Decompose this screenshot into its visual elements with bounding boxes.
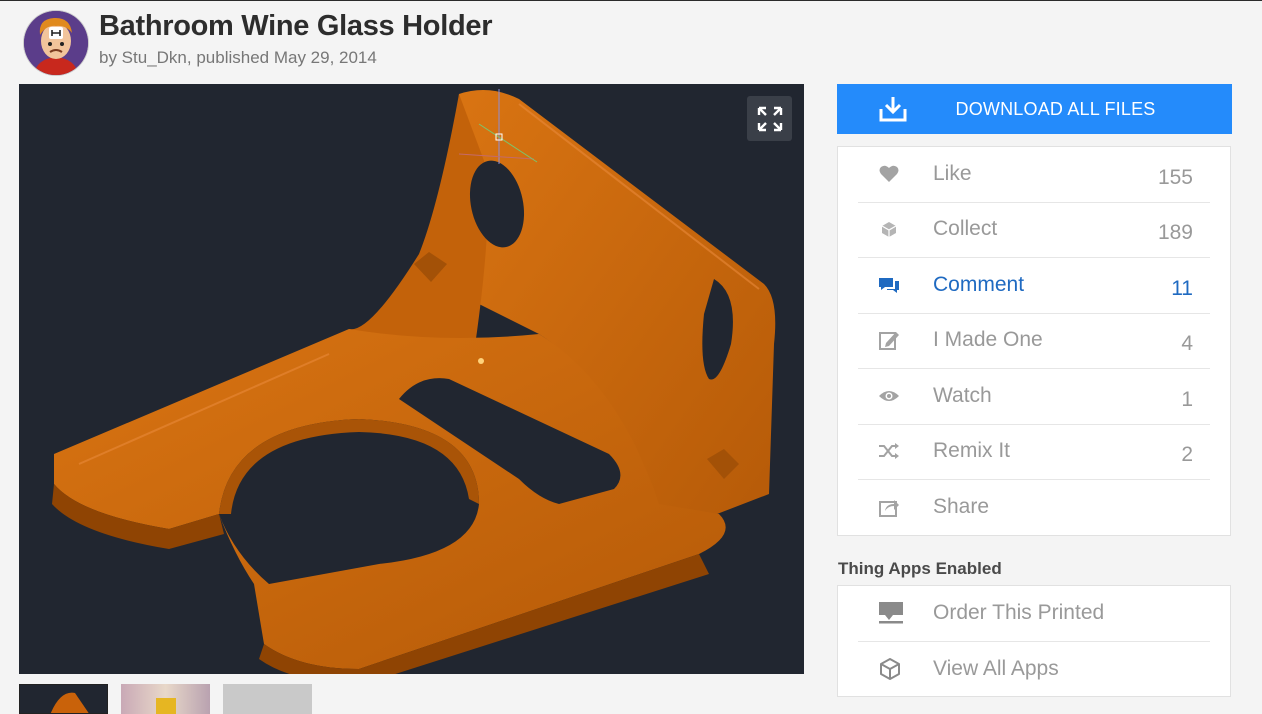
download-label: DOWNLOAD ALL FILES <box>955 99 1156 119</box>
action-count: 11 <box>1171 277 1193 300</box>
app-order-this-printed[interactable]: Order This Printed <box>858 586 1210 642</box>
action-label: Watch <box>933 384 992 407</box>
download-all-files-button[interactable]: DOWNLOAD ALL FILES <box>837 84 1232 134</box>
action-count: 4 <box>1181 332 1193 355</box>
action-share[interactable]: Share <box>858 480 1210 535</box>
model-viewer[interactable] <box>19 84 804 674</box>
eye-icon <box>879 391 899 401</box>
action-label: Like <box>933 162 972 185</box>
thumbnail-3[interactable] <box>223 684 312 714</box>
thumbnail-2[interactable] <box>121 684 210 714</box>
action-remix-it[interactable]: Remix It 2 <box>858 424 1210 480</box>
action-i-made-one[interactable]: I Made One 4 <box>858 313 1210 369</box>
expand-icon <box>757 106 782 131</box>
action-label: I Made One <box>933 328 1043 351</box>
byline[interactable]: by Stu_Dkn, published May 29, 2014 <box>99 48 377 68</box>
action-count: 189 <box>1157 221 1193 244</box>
thing-apps-panel: Order This Printed View All Apps <box>837 585 1231 697</box>
action-label: Remix It <box>933 439 1011 462</box>
app-view-all-apps[interactable]: View All Apps <box>858 642 1210 697</box>
action-comment[interactable]: Comment 11 <box>858 258 1210 314</box>
share-icon <box>879 500 899 517</box>
thing-actions-panel: Like 155 Collect 189 Comment 11 I Made O… <box>837 146 1231 536</box>
thumbnail-1[interactable] <box>19 684 108 714</box>
app-label: View All Apps <box>933 657 1059 680</box>
comment-icon <box>879 278 899 293</box>
made-one-icon <box>879 332 899 350</box>
cube-icon <box>880 658 900 680</box>
page-title: Bathroom Wine Glass Holder <box>99 10 493 42</box>
action-label: Share <box>933 495 990 518</box>
action-count: 1 <box>1181 388 1193 411</box>
action-label: Comment <box>933 273 1025 296</box>
collect-icon <box>881 222 897 237</box>
heart-icon <box>879 165 899 182</box>
app-label: Order This Printed <box>933 601 1105 624</box>
action-watch[interactable]: Watch 1 <box>858 369 1210 425</box>
action-like[interactable]: Like 155 <box>858 147 1210 203</box>
thing-apps-heading: Thing Apps Enabled <box>838 559 1002 578</box>
action-collect[interactable]: Collect 189 <box>858 202 1210 258</box>
action-count: 2 <box>1181 443 1193 466</box>
action-count: 155 <box>1157 166 1193 189</box>
wine-glass-holder-render <box>52 89 776 674</box>
author-avatar[interactable] <box>24 11 88 75</box>
printer-icon <box>879 602 903 624</box>
fullscreen-button[interactable] <box>747 96 792 141</box>
action-label: Collect <box>933 217 998 240</box>
remix-icon <box>879 443 899 459</box>
